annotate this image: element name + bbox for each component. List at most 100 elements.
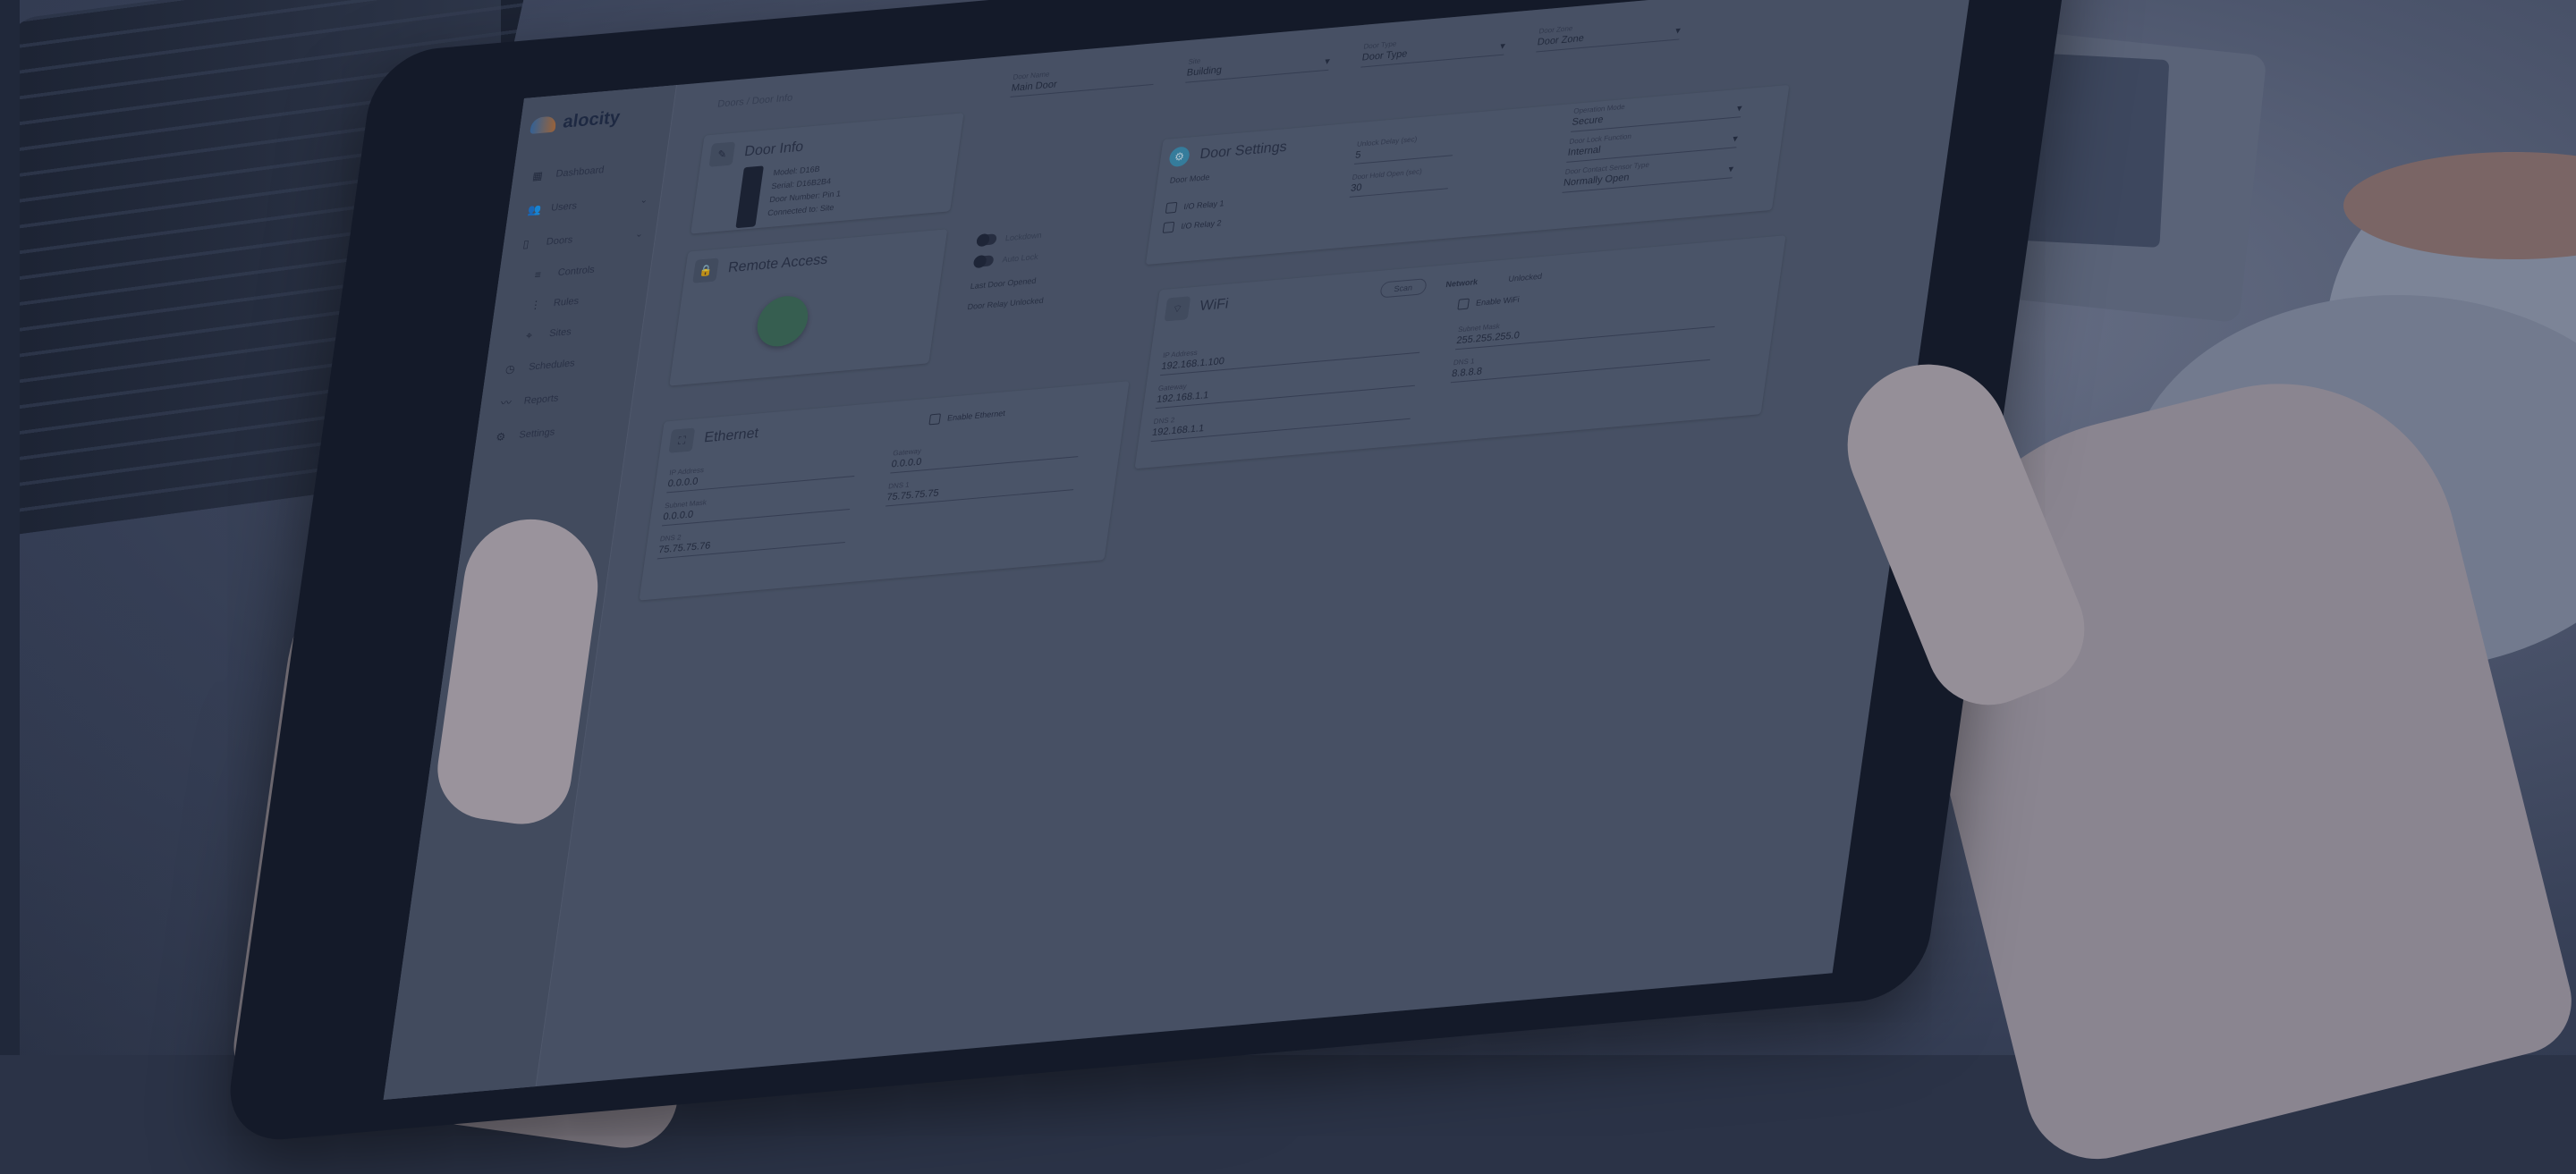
grid-icon: ▦ — [531, 169, 544, 183]
field-value-text: 5 — [1354, 149, 1362, 161]
controls-icon: ≡ — [533, 267, 542, 282]
wifi-fields: IP Address 192.168.1.100 Subnet Mask 255.2… — [1150, 302, 1727, 443]
toggle-switch — [972, 255, 995, 268]
last-door-opened-text: Last Door Opened — [970, 275, 1038, 291]
chevron-down-icon: ▾ — [1674, 25, 1682, 37]
field-value-text: 75.75.75.75 — [886, 487, 940, 503]
sidebar-item-label: Schedules — [528, 358, 576, 373]
remote-access-title: Remote Access — [726, 251, 829, 276]
checkbox-box — [1457, 298, 1470, 310]
location-icon: ⌖ — [525, 328, 533, 342]
logo-text: alocity — [562, 107, 622, 132]
relay-1-checkbox[interactable]: I/O Relay 1 — [1165, 198, 1225, 214]
logo[interactable]: alocity — [530, 107, 622, 136]
gear-icon: ⚙ — [495, 430, 507, 444]
sidebar-item-label: Dashboard — [555, 165, 606, 180]
chart-icon: 〰 — [499, 396, 513, 410]
field-value-text: Door Type — [1360, 48, 1409, 63]
left-edge — [0, 0, 20, 1055]
breadcrumb[interactable]: Doors / Door Info — [717, 92, 793, 109]
unlock-delay-field[interactable]: Unlock Delay (sec) 5 — [1353, 131, 1456, 165]
sidebar-item-label: Doors — [545, 234, 573, 248]
door-settings-checks: I/O Relay 1 I/O Relay 2 — [1161, 198, 1224, 242]
gear-icon: ⚙ — [1168, 146, 1191, 168]
ethernet-dns1-field[interactable]: DNS 1 75.75.75.75 — [886, 466, 1077, 507]
door-relay-text: Door Relay Unlocked — [966, 295, 1045, 312]
checkbox-label: Enable Ethernet — [946, 408, 1006, 423]
ethernet-dns2-field[interactable]: DNS 2 75.75.75.76 — [657, 519, 849, 560]
unlock-button[interactable] — [753, 293, 811, 349]
door-settings-card: ⚙ Door Settings Door Mode I/O Relay 1 I/… — [1145, 84, 1790, 266]
door-zone-select[interactable]: Door Zone Door Zone ▾ — [1536, 14, 1682, 53]
field-value-text: 0.0.0.0 — [666, 476, 699, 490]
field-value-text: 192.168.1.1 — [1156, 390, 1210, 406]
door-type-select[interactable]: Door Type Door Type ▾ — [1360, 30, 1507, 68]
pencil-icon[interactable]: ✎ — [708, 141, 736, 167]
toggle-label: Auto Lock — [1001, 251, 1039, 265]
chevron-down-icon: ▾ — [1732, 133, 1739, 145]
field-value-text: Internal — [1566, 144, 1602, 158]
rules-icon: ⋮ — [529, 298, 542, 312]
scan-button[interactable]: Scan — [1379, 278, 1428, 299]
sidebar-item-label: Reports — [522, 393, 560, 407]
lockdown-toggle[interactable]: Lockdown — [976, 229, 1054, 247]
field-value-text: 30 — [1350, 182, 1363, 194]
auto-lock-toggle[interactable]: Auto Lock — [972, 250, 1051, 268]
door-info-title: Door Info — [743, 139, 805, 160]
users-icon: 👥 — [527, 202, 543, 217]
sidebar-item-label: Sites — [548, 326, 572, 340]
checkbox-label: I/O Relay 2 — [1180, 218, 1223, 232]
remote-access-card: 🔒 Remote Access — [669, 229, 948, 386]
checkbox-box — [1165, 201, 1178, 214]
door-settings-right-fields: Operation Mode Secure ▾ Door Lock Function… — [1562, 91, 1752, 193]
lock-icon: 🔒 — [692, 258, 719, 283]
chevron-down-icon: ▾ — [1324, 55, 1331, 68]
wifi-status-label: Unlocked — [1507, 271, 1543, 284]
door-settings-left-fields: Unlock Delay (sec) 5 Door Hold Open (sec)… — [1349, 131, 1465, 198]
field-value-text: 0.0.0.0 — [662, 509, 694, 523]
sidebar-item-label: Controls — [556, 264, 596, 279]
chevron-down-icon: ⌄ — [634, 228, 644, 240]
chevron-down-icon: ▾ — [1736, 103, 1743, 114]
clock-icon: ◷ — [504, 362, 516, 376]
field-value-text: 75.75.75.76 — [657, 540, 712, 556]
chevron-down-icon: ▾ — [1499, 40, 1506, 53]
remote-access-toggles: Lockdown Auto Lock Last Door Opened Door… — [967, 229, 1054, 314]
checkbox-label: Enable WiFi — [1475, 294, 1521, 308]
sidebar-item-label: Users — [550, 200, 578, 214]
relay-2-checkbox[interactable]: I/O Relay 2 — [1162, 217, 1223, 233]
door-info-details: Model: D16B Serial: D16B2B4 Door Number:… — [767, 160, 845, 220]
field-value-text: 192.168.1.1 — [1151, 423, 1205, 439]
field-value-text: 8.8.8.8 — [1451, 366, 1483, 380]
tablet-screen: alocity ▦ Dashboard 👥 Users ⌄ ▯ Doors ⌄ ≡ Cont… — [383, 0, 1974, 1101]
wifi-icon: ⌔ — [1164, 296, 1191, 322]
chevron-down-icon: ▾ — [1727, 164, 1734, 175]
checkbox-box — [928, 413, 942, 426]
ethernet-card: ⛶ Ethernet Enable Ethernet IP Address 0.0… — [639, 381, 1130, 601]
checkbox-label: I/O Relay 1 — [1182, 198, 1225, 212]
field-value-text: Building — [1185, 64, 1223, 79]
enable-ethernet-checkbox[interactable]: Enable Ethernet — [928, 408, 1006, 426]
site-select[interactable]: Site Building ▾ — [1185, 46, 1332, 83]
wifi-card: ⌔ WiFi Scan Network Unlocked Enable WiFi… — [1134, 235, 1786, 469]
wifi-title: WiFi — [1199, 296, 1230, 315]
door-mode-label: Door Mode — [1169, 173, 1211, 185]
door-device-image — [735, 165, 764, 229]
sidebar-item-label: Rules — [553, 295, 580, 309]
door-hold-open-field[interactable]: Door Hold Open (sec) 30 — [1349, 165, 1452, 198]
field-value-text: Door Zone — [1536, 32, 1585, 48]
ethernet-fields: IP Address 0.0.0.0 Gateway 0.0.0.0 Subnet … — [657, 432, 1090, 560]
field-value-text: Secure — [1571, 114, 1605, 128]
field-value-text: Main Door — [1010, 79, 1058, 94]
field-value-text: 0.0.0.0 — [890, 456, 923, 470]
wifi-network-label: Network — [1445, 277, 1479, 290]
toggle-label: Lockdown — [1004, 230, 1043, 243]
enable-wifi-checkbox[interactable]: Enable WiFi — [1457, 294, 1520, 310]
door-name-field[interactable]: Door Name Main Door — [1010, 61, 1157, 98]
sidebar-item-label: Settings — [518, 427, 556, 441]
checkbox-box — [1162, 221, 1175, 233]
chevron-down-icon: ⌄ — [639, 194, 648, 206]
network-icon: ⛶ — [668, 427, 696, 453]
door-settings-title: Door Settings — [1199, 139, 1288, 163]
main-content: Doors / Door Info AC Door NameMain Door … — [536, 0, 1973, 1086]
